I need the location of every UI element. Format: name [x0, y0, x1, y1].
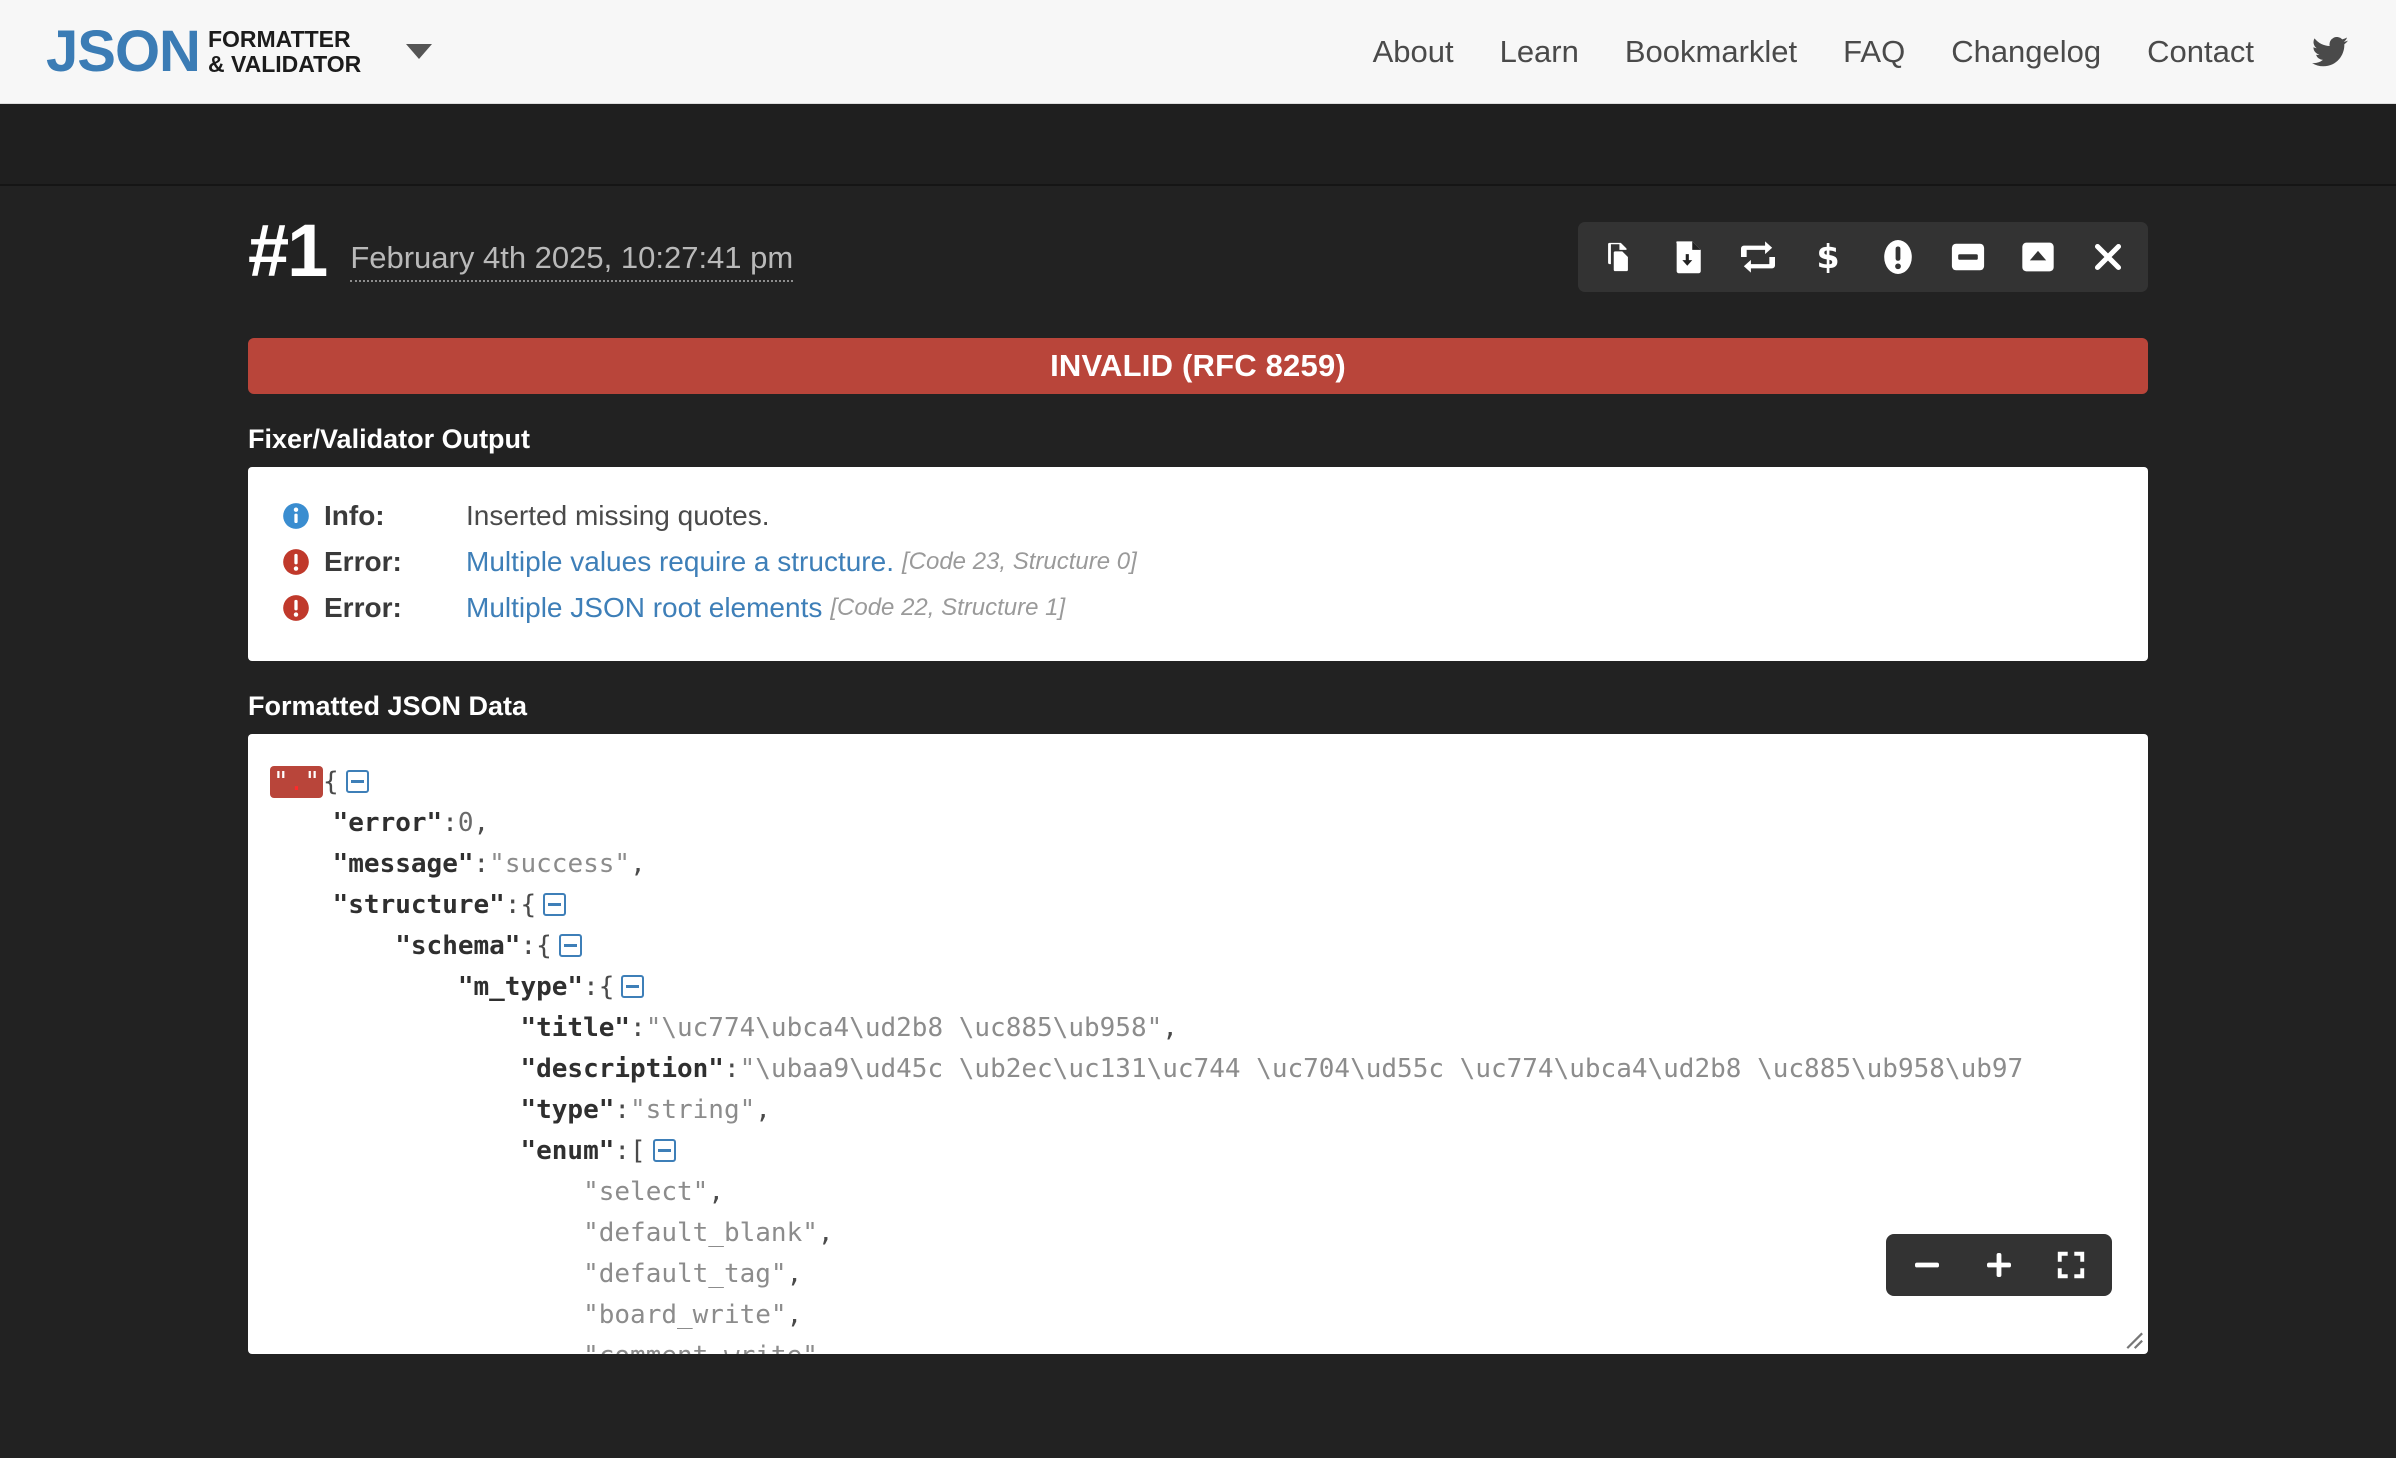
nav-item-faq[interactable]: FAQ: [1843, 34, 1905, 70]
close-icon[interactable]: [2088, 237, 2128, 277]
logo-json-text: JSON: [46, 18, 201, 84]
validator-message-link[interactable]: Multiple JSON root elements: [466, 592, 822, 624]
chevron-down-icon[interactable]: [406, 44, 433, 59]
download-file-icon[interactable]: [1668, 237, 1708, 277]
zoom-controls: [1886, 1234, 2112, 1296]
site-header: JSON FORMATTER & VALIDATOR About Learn B…: [0, 0, 2396, 104]
logo-subtitle: FORMATTER & VALIDATOR: [207, 25, 362, 77]
json-error-token[interactable]: ".": [270, 766, 323, 798]
main-navigation: About Learn Bookmarklet FAQ Changelog Co…: [1373, 34, 2348, 70]
refresh-icon[interactable]: [1738, 237, 1778, 277]
minus-square-icon[interactable]: [1948, 237, 1988, 277]
copy-icon[interactable]: [1598, 237, 1638, 277]
json-collapse-toggle[interactable]: [652, 1139, 676, 1162]
validator-row-error-2: Error: Multiple JSON root elements [Code…: [282, 585, 2114, 631]
validator-code: [Code 22, Structure 1]: [830, 594, 1066, 621]
svg-text:$: $: [1816, 239, 1839, 275]
error-circle-icon: [282, 548, 310, 576]
json-collapse-toggle[interactable]: [543, 893, 567, 916]
result-number: #1: [248, 209, 328, 292]
result-header: #1 February 4th 2025, 10:27:41 pm $: [248, 209, 2148, 312]
validator-label: Error:: [324, 592, 402, 623]
twitter-icon[interactable]: [2312, 36, 2348, 67]
zoom-out-icon[interactable]: [1910, 1248, 1944, 1282]
validator-output-card: Info: Inserted missing quotes. Error: Mu…: [248, 467, 2148, 661]
json-collapse-toggle[interactable]: [345, 770, 369, 793]
validator-message: Inserted missing quotes.: [466, 500, 770, 531]
zoom-in-icon[interactable]: [1982, 1248, 2016, 1282]
nav-item-bookmarklet[interactable]: Bookmarklet: [1625, 34, 1797, 70]
nav-item-about[interactable]: About: [1373, 34, 1454, 70]
caret-up-square-icon[interactable]: [2018, 237, 2058, 277]
logo-line-1: FORMATTER: [207, 25, 351, 52]
content-container: #1 February 4th 2025, 10:27:41 pm $ INVA…: [248, 186, 2148, 1354]
error-circle-icon: [282, 594, 310, 622]
validator-label: Info:: [324, 500, 385, 531]
formatted-section-title: Formatted JSON Data: [248, 691, 528, 721]
logo-line-2: & VALIDATOR: [207, 50, 362, 77]
dollar-icon[interactable]: $: [1808, 237, 1848, 277]
validator-section-title: Fixer/Validator Output: [248, 424, 531, 454]
info-circle-icon: [282, 502, 310, 530]
nav-item-contact[interactable]: Contact: [2147, 34, 2254, 70]
json-collapse-toggle[interactable]: [621, 975, 645, 998]
validator-row-error-1: Error: Multiple values require a structu…: [282, 539, 2114, 585]
status-badge: INVALID (RFC 8259): [248, 338, 2148, 394]
exclamation-circle-icon[interactable]: [1878, 237, 1918, 277]
fullscreen-icon[interactable]: [2054, 1248, 2088, 1282]
site-logo[interactable]: JSON FORMATTER & VALIDATOR: [46, 18, 362, 84]
panel-resize-handle[interactable]: [2118, 1324, 2144, 1350]
result-timestamp[interactable]: February 4th 2025, 10:27:41 pm: [350, 240, 794, 282]
result-toolbar: $: [1578, 222, 2148, 292]
nav-item-learn[interactable]: Learn: [1500, 34, 1579, 70]
validator-label: Error:: [324, 546, 402, 577]
header-dark-strip: [0, 104, 2396, 184]
validator-code: [Code 23, Structure 0]: [901, 548, 1137, 575]
json-collapse-toggle[interactable]: [558, 934, 582, 957]
page-body: #1 February 4th 2025, 10:27:41 pm $ INVA…: [0, 186, 2396, 1458]
json-code-view[interactable]: "."{ "error":0, "message":"success", "st…: [270, 762, 2148, 1354]
formatted-json-panel[interactable]: "."{ "error":0, "message":"success", "st…: [248, 734, 2148, 1354]
validator-message-link[interactable]: Multiple values require a structure.: [466, 546, 894, 578]
nav-item-changelog[interactable]: Changelog: [1951, 34, 2101, 70]
validator-row-info: Info: Inserted missing quotes.: [282, 493, 2114, 539]
logo-area[interactable]: JSON FORMATTER & VALIDATOR: [46, 18, 433, 84]
